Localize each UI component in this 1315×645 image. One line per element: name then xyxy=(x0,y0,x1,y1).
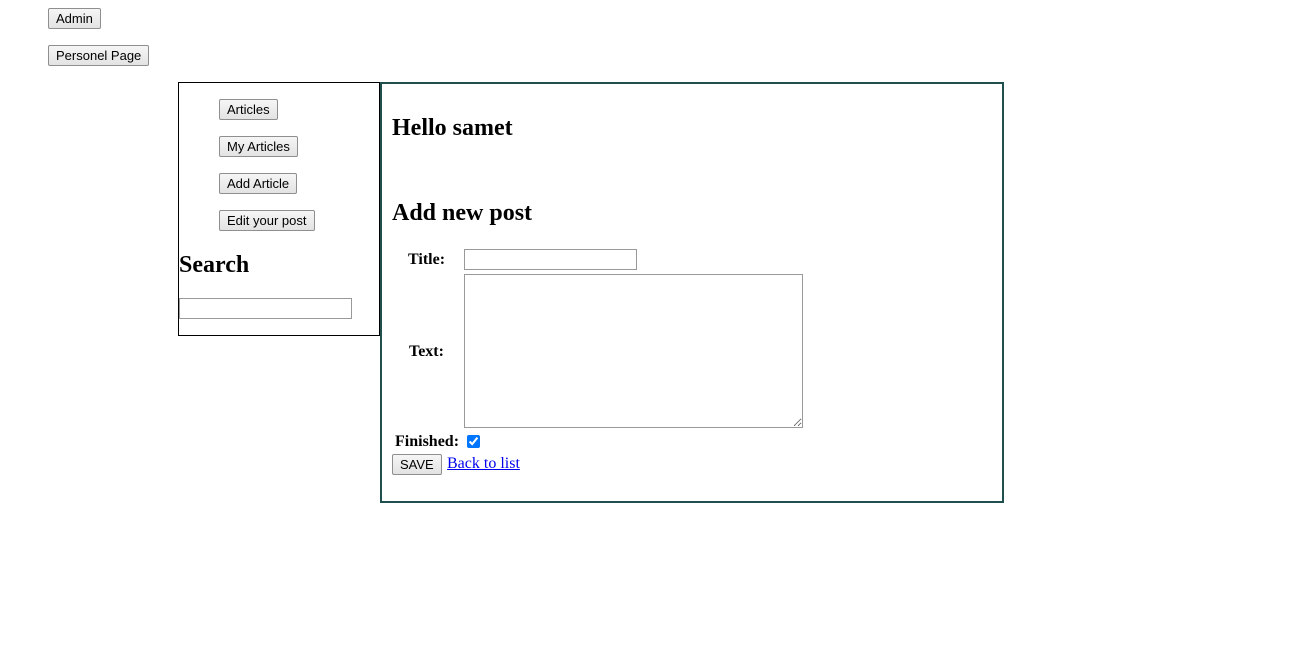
text-label: Text: xyxy=(409,343,444,360)
add-post-heading: Add new post xyxy=(392,200,533,226)
admin-button[interactable]: Admin xyxy=(48,8,101,29)
save-button[interactable]: SAVE xyxy=(392,454,442,475)
finished-checkbox[interactable] xyxy=(467,435,480,448)
greeting-heading: Hello samet xyxy=(392,115,513,141)
edit-your-post-button[interactable]: Edit your post xyxy=(219,210,315,231)
title-label: Title: xyxy=(408,251,446,268)
search-heading: Search xyxy=(179,252,250,278)
back-to-list-link[interactable]: Back to list xyxy=(447,455,520,473)
sidebar: Articles My Articles Add Article Edit yo… xyxy=(178,82,380,336)
finished-label: Finished: xyxy=(395,433,460,450)
search-input[interactable] xyxy=(179,298,352,319)
title-input[interactable] xyxy=(464,249,637,270)
my-articles-button[interactable]: My Articles xyxy=(219,136,298,157)
personel-page-button[interactable]: Personel Page xyxy=(48,45,150,66)
articles-button[interactable]: Articles xyxy=(219,99,278,120)
text-textarea[interactable] xyxy=(464,274,803,428)
main-panel: Hello samet Add new post Title: Text: Fi… xyxy=(380,82,1004,503)
add-article-button[interactable]: Add Article xyxy=(219,173,298,194)
